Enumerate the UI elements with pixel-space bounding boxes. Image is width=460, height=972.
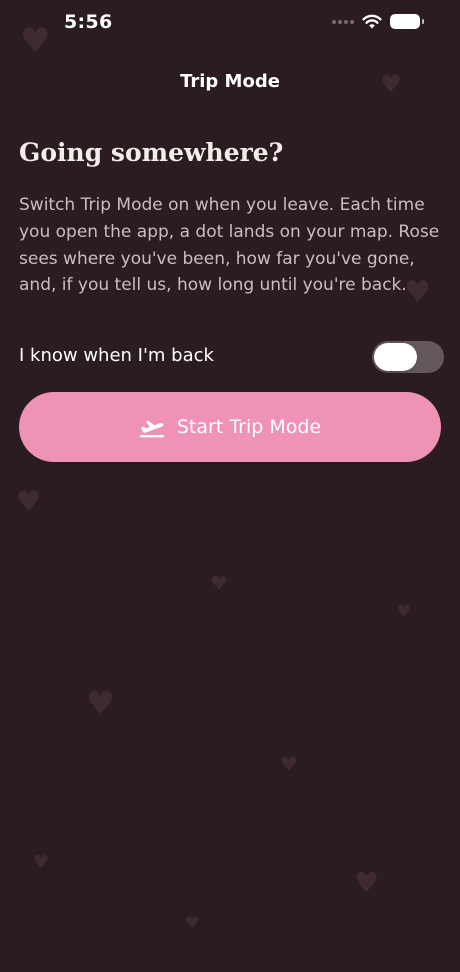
return-toggle-label: I know when I'm back — [19, 345, 214, 366]
background-heart-icon: ♥ — [354, 866, 380, 899]
status-icons — [332, 14, 424, 29]
airplane-takeoff-icon — [139, 420, 164, 438]
background-heart-icon: ♥ — [33, 852, 50, 873]
start-trip-mode-button[interactable]: Start Trip Mode — [19, 392, 441, 462]
status-time: 5:56 — [64, 11, 113, 33]
toggle-knob — [374, 343, 417, 371]
description: Switch Trip Mode on when you leave. Each… — [19, 195, 440, 296]
background-heart-icon: ♥ — [16, 485, 42, 518]
cellular-signal-icon — [332, 19, 354, 24]
headline: Going somewhere? — [19, 138, 284, 167]
background-heart-icon: ♥ — [210, 571, 228, 595]
wifi-icon — [362, 14, 382, 29]
background-heart-icon: ♥ — [185, 913, 200, 932]
background-heart-icon: ♥ — [280, 752, 298, 776]
background-heart-icon: ♥ — [396, 602, 412, 622]
status-bar: 5:56 — [0, 0, 460, 48]
return-toggle-switch[interactable] — [372, 341, 444, 373]
battery-icon — [390, 14, 424, 29]
page-title: Trip Mode — [180, 71, 280, 92]
background-heart-icon: ♥ — [86, 684, 115, 722]
start-trip-mode-label: Start Trip Mode — [176, 416, 322, 438]
